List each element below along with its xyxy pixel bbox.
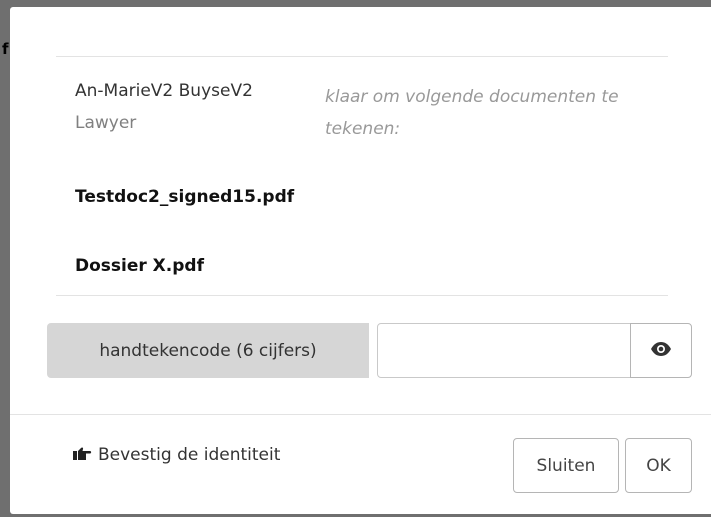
signature-code-label: handtekencode (6 cijfers) [47,323,369,378]
signer-role: Lawyer [75,113,137,133]
close-button[interactable]: Sluiten [513,438,619,493]
document-name: Dossier X.pdf [75,256,204,276]
backdrop-text: f [2,40,9,58]
footer-divider [10,414,711,415]
confirm-identity-label: Bevestig de identiteit [98,445,281,465]
documents-divider [56,295,668,296]
hand-pointing-right-icon [72,446,92,464]
signer-name: An-MarieV2 BuyseV2 [75,81,253,101]
eye-icon [650,341,672,361]
top-divider [56,56,668,57]
signing-modal: An-MarieV2 BuyseV2 Lawyer klaar om volge… [10,7,711,514]
show-code-button[interactable] [630,323,692,378]
ready-to-sign-text: klaar om volgende documenten te tekenen: [325,87,619,139]
signature-code-input[interactable] [377,323,631,378]
document-name: Testdoc2_signed15.pdf [75,187,295,207]
confirm-identity-text: Bevestig de identiteit [72,445,280,465]
ok-button[interactable]: OK [625,438,692,493]
